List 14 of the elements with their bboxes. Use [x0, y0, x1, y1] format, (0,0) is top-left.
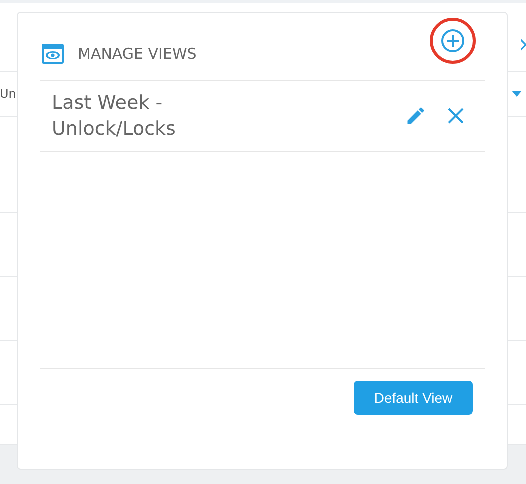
panel-title: MANAGE VIEWS [78, 44, 198, 62]
chevron-icon[interactable] [521, 39, 526, 51]
close-icon [447, 107, 465, 125]
delete-button[interactable] [447, 107, 465, 125]
plus-circle-icon [441, 28, 465, 52]
edit-button[interactable] [405, 105, 427, 127]
pencil-icon [405, 105, 427, 127]
add-button[interactable] [441, 28, 465, 52]
view-name[interactable]: Last Week - Unlock/Locks [52, 90, 212, 142]
eye-window-icon [42, 44, 64, 64]
caret-icon[interactable] [512, 91, 522, 97]
default-view-button[interactable]: Default View [354, 381, 473, 415]
highlight-circle [430, 18, 476, 64]
table-cell: Un [0, 87, 16, 101]
